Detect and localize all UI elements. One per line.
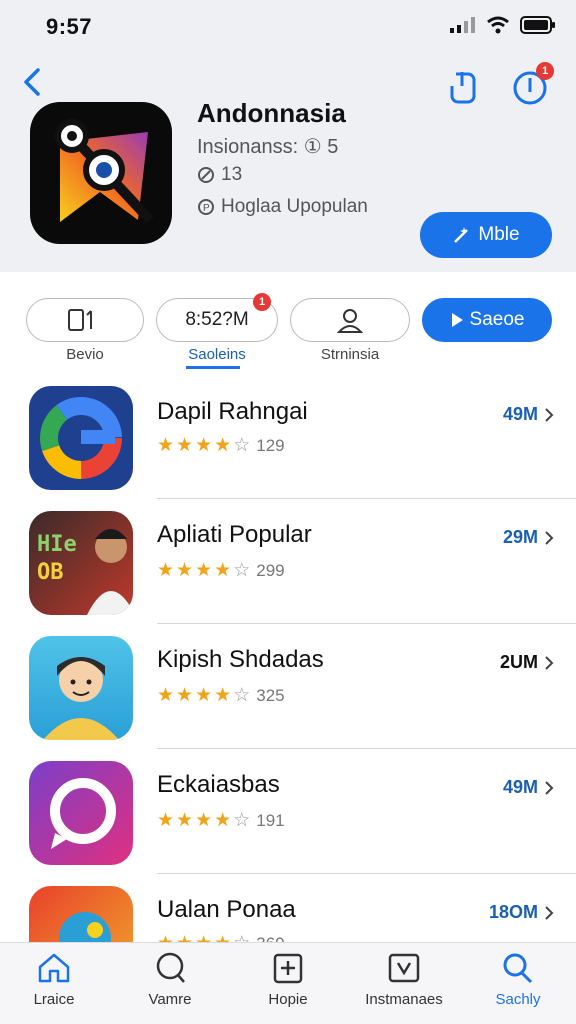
app-rating: ★ ★ ★ ★ ☆ 299 (157, 560, 285, 581)
tab-games[interactable]: Vamre (120, 951, 220, 1021)
signal-icon (450, 17, 475, 33)
status-icons (450, 16, 556, 34)
app-name: Ualan Ponaa (157, 896, 296, 923)
calendar-plus-icon (273, 953, 303, 984)
back-chevron-icon[interactable] (18, 66, 50, 98)
filter-badge: 1 (253, 293, 271, 311)
app-size-value: 29M (502, 527, 538, 547)
battery-icon (520, 16, 555, 34)
app-category: Hoglaa Upopulan (221, 196, 368, 217)
chevron-right-icon (545, 655, 554, 670)
filter-pill-devices[interactable] (26, 298, 144, 342)
list-item[interactable]: Dapil Rahngai ★ ★ ★ ★ ☆ 129 49M (0, 374, 576, 499)
app-rating-row: 13 (197, 164, 242, 186)
app-rating-count: 191 (256, 810, 285, 830)
filter-label-devices: Bevio (66, 346, 104, 363)
active-tab-indicator (186, 366, 240, 369)
filter-pill-search[interactable]: Saeoe (422, 298, 552, 342)
svg-text:P: P (203, 203, 210, 214)
app-size-value: 49M (502, 404, 538, 424)
app-size-value: 49M (502, 777, 538, 797)
tab-games-label: Vamre (148, 991, 192, 1008)
app-size-value: 2UM (499, 652, 538, 672)
app-title: Andonnasia (197, 98, 346, 128)
tab-arcade-label: Instmanaes (365, 991, 443, 1008)
magic-icon (454, 227, 469, 243)
get-button[interactable]: Mble (420, 212, 552, 258)
app-list-icon (29, 636, 133, 740)
app-size[interactable]: 2UM (500, 652, 554, 673)
tab-search-label: Sachly (495, 991, 541, 1008)
person-icon (336, 309, 364, 333)
app-icon (30, 102, 172, 244)
app-list-icon (29, 761, 133, 865)
app-name: Dapil Rahngai (157, 398, 308, 425)
tab-apps[interactable]: Hopie (238, 951, 338, 1021)
chevron-right-icon (545, 905, 554, 920)
app-list-icon: HIe OB (29, 511, 133, 615)
app-category-row: P Hoglaa Upopulan (197, 196, 368, 218)
share-icon[interactable] (444, 66, 484, 106)
notification-badge: 1 (536, 62, 554, 80)
filter-pill-sessions[interactable]: 8:52?M 1 (156, 293, 278, 342)
chat-bubble-icon (156, 952, 185, 983)
chevron-right-icon (545, 530, 554, 545)
app-rating-count: 129 (256, 435, 285, 455)
tab-search[interactable]: Sachly (468, 951, 568, 1021)
app-rating: ★ ★ ★ ★ ☆ 191 (157, 810, 285, 831)
app-rating: ★ ★ ★ ★ ☆ 325 (157, 685, 285, 706)
app-developer: Insionanss: ① 5 (197, 136, 339, 158)
tab-home-label: Lraice (33, 991, 75, 1008)
filter-pill-profile[interactable] (290, 298, 410, 342)
app-rating: ★ ★ ★ ★ ☆ 129 (157, 435, 285, 456)
play-icon (451, 313, 463, 327)
app-size[interactable]: 18OM (489, 902, 554, 923)
app-rating-count: 325 (256, 685, 285, 705)
app-rating-count: 13 (221, 164, 243, 185)
list-item[interactable]: Kipish Shdadas ★ ★ ★ ★ ☆ 325 2UM (0, 624, 576, 749)
search-icon (503, 953, 533, 984)
tab-home[interactable]: Lraice (4, 951, 104, 1021)
app-list-icon (29, 386, 133, 490)
svg-text:OB: OB (37, 560, 64, 585)
notifications-button[interactable]: 1 (510, 62, 554, 106)
app-size-value: 18OM (488, 902, 538, 922)
filter-label-profile: Strninsia (320, 346, 380, 363)
home-icon (38, 953, 70, 983)
status-time: 9:57 (46, 14, 93, 39)
phone-icon (68, 309, 92, 331)
star-outline-icon (198, 167, 214, 183)
chevron-right-icon (545, 780, 554, 795)
app-header: 1 Andonnasia Insionanss: ① 5 13 P Hoglaa… (0, 54, 576, 272)
chevron-right-icon (545, 407, 554, 422)
app-name: Apliati Popular (157, 521, 312, 548)
get-button-label: Mble (478, 224, 520, 245)
tab-arcade[interactable]: Instmanaes (354, 951, 454, 1021)
tab-bar: Lraice Vamre Hopie Instmanaes Sachly (0, 942, 576, 1024)
category-icon: P (198, 199, 214, 215)
app-name: Eckaiasbas (157, 771, 280, 798)
svg-text:HIe: HIe (37, 532, 77, 557)
app-size[interactable]: 49M (503, 404, 554, 425)
list-item[interactable]: HIe OB Apliati Popular ★ ★ ★ ★ ☆ 299 29M (0, 499, 576, 624)
filter-pill-sessions-text: 8:52?M (185, 309, 249, 330)
tab-apps-label: Hopie (268, 991, 308, 1008)
filter-pill-search-text: Saeoe (469, 309, 525, 330)
status-bar: 9:57 (0, 0, 576, 54)
inbox-icon (388, 953, 420, 983)
list-item[interactable]: Eckaiasbas ★ ★ ★ ★ ☆ 191 49M (0, 749, 576, 874)
app-name: Kipish Shdadas (157, 646, 324, 673)
filter-label-sessions[interactable]: Saoleins (156, 346, 278, 363)
app-size[interactable]: 49M (503, 777, 554, 798)
wifi-icon (487, 16, 509, 34)
app-rating-count: 299 (256, 560, 285, 580)
app-size[interactable]: 29M (503, 527, 554, 548)
